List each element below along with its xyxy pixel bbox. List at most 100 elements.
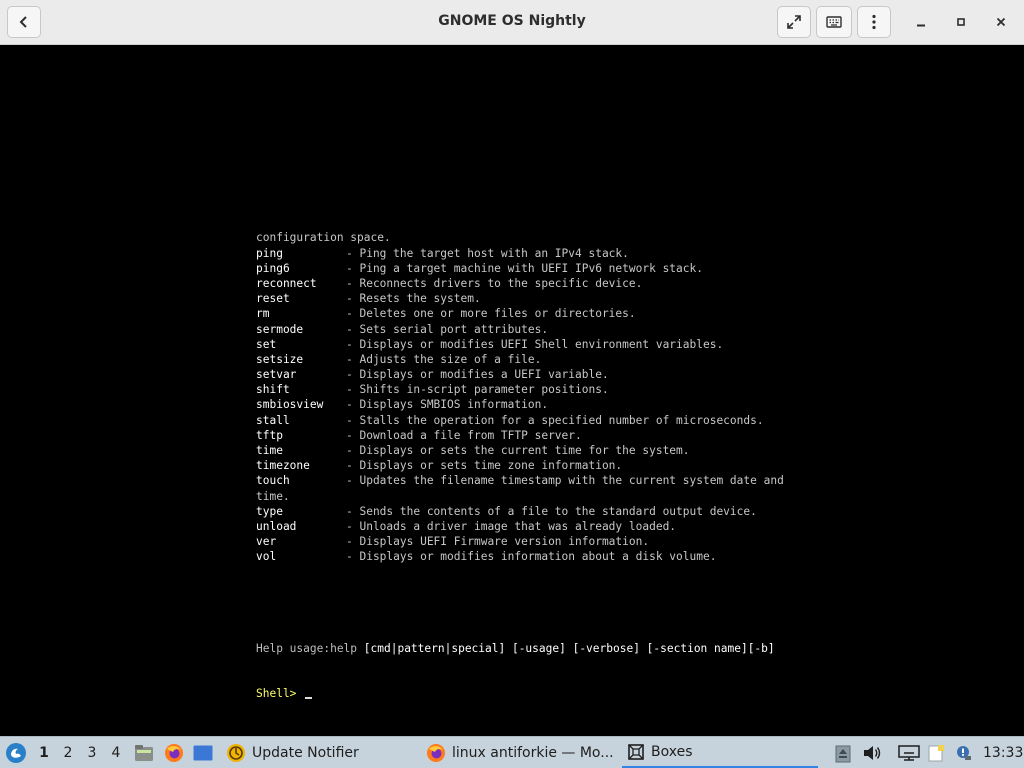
volume-tray[interactable] [862, 737, 882, 768]
help-usage-args: [cmd|pattern|special] [-usage] [-verbose… [363, 641, 775, 655]
close-button[interactable] [986, 6, 1016, 38]
console-line: ping6 - Ping a target machine with UEFI I… [256, 261, 784, 276]
command-description: - Download a file from TFTP server. [346, 428, 582, 442]
command-description: - Ping the target host with an IPv4 stac… [346, 246, 629, 260]
console-line: reconnect - Reconnects drivers to the spe… [256, 276, 784, 291]
shell-prompt-line[interactable]: Shell> [256, 686, 784, 701]
console-line: sermode - Sets serial port attributes. [256, 322, 784, 337]
workspace-2[interactable]: 2 [57, 737, 79, 768]
console-line: smbiosview - Displays SMBIOS information. [256, 397, 784, 412]
command-description: - Displays or sets time zone information… [346, 459, 623, 473]
firefox-icon [427, 743, 445, 762]
menu-button[interactable] [857, 6, 891, 38]
command-name: ping6 [256, 261, 290, 275]
keyboard-button[interactable] [816, 6, 852, 38]
command-name: smbiosview [256, 398, 324, 412]
file-manager-launcher[interactable] [134, 737, 154, 768]
console-line: setsize - Adjusts the size of a file. [256, 352, 784, 367]
command-name: unload [256, 519, 297, 533]
fullscreen-button[interactable] [777, 6, 811, 38]
command-description: - Sends the contents of a file to the st… [346, 504, 757, 518]
back-button[interactable] [7, 6, 41, 38]
workspace-1[interactable]: 1 [33, 737, 55, 768]
info-update-icon [957, 745, 971, 760]
fullscreen-icon [787, 15, 801, 29]
command-description: - Updates the filename timestamp with th… [346, 474, 784, 488]
clipboard-icon [835, 745, 851, 762]
console-line: stall - Stalls the operation for a specif… [256, 413, 784, 428]
command-name: setvar [256, 368, 297, 382]
console-line: time. [256, 489, 784, 504]
command-description: - Sets serial port attributes. [346, 322, 549, 336]
firefox-launcher[interactable] [164, 737, 184, 768]
boxes-icon [628, 743, 644, 760]
firefox-icon [165, 743, 183, 762]
clipboard-tray[interactable] [834, 737, 852, 768]
show-desktop-button[interactable] [193, 737, 213, 768]
shell-prompt: Shell> [256, 687, 304, 701]
notes-tray[interactable] [927, 737, 947, 768]
maximize-button[interactable] [946, 6, 976, 38]
keyboard-icon [826, 16, 842, 28]
window-headerbar: GNOME OS Nightly [0, 0, 1024, 45]
console-line: unload - Unloads a driver image that was … [256, 519, 784, 534]
close-icon [996, 17, 1006, 27]
task-firefox-window[interactable]: linux antiforkie — Mo... [426, 737, 614, 768]
console-line: rm - Deletes one or more files or directo… [256, 306, 784, 321]
workspace-3[interactable]: 3 [81, 737, 103, 768]
console-line: timezone - Displays or sets time zone inf… [256, 458, 784, 473]
command-name: shift [256, 383, 290, 397]
console-line: type - Sends the contents of a file to th… [256, 504, 784, 519]
command-description: - Displays or modifies UEFI Shell enviro… [346, 337, 724, 351]
uefi-shell-output: configuration space. ping - Ping the targe… [256, 200, 784, 732]
task-boxes[interactable]: Boxes [622, 737, 818, 768]
console-line: configuration space. [256, 230, 784, 245]
console-line: setvar - Displays or modifies a UEFI vari… [256, 367, 784, 382]
update-tray[interactable] [954, 737, 972, 768]
command-description: - Displays or modifies information about… [346, 550, 717, 564]
command-name: touch [256, 474, 290, 488]
command-description: - Unloads a driver image that was alread… [346, 519, 677, 533]
command-name: ver [256, 535, 277, 549]
start-menu-icon [6, 742, 26, 763]
task-update-notifier[interactable]: Update Notifier [226, 737, 359, 768]
task-label: Boxes [651, 743, 693, 760]
command-description: - Ping a target machine with UEFI IPv6 n… [346, 261, 703, 275]
command-name: type [256, 504, 283, 518]
console-line: set - Displays or modifies UEFI Shell env… [256, 337, 784, 352]
command-description: - Displays or sets the current time for … [346, 444, 690, 458]
console-line: ver - Displays UEFI Firmware version info… [256, 534, 784, 549]
console-line: reset - Resets the system. [256, 291, 784, 306]
workspace-4[interactable]: 4 [105, 737, 127, 768]
command-description: - Deletes one or more files or directori… [346, 307, 636, 321]
wrapped-text: time. [256, 489, 290, 503]
minimize-button[interactable] [906, 6, 936, 38]
clock[interactable]: 13:33 [983, 737, 1023, 768]
vm-console-display[interactable]: configuration space. ping - Ping the targe… [0, 46, 1024, 736]
command-name: vol [256, 550, 277, 564]
console-line: shift - Shifts in-script parameter positi… [256, 382, 784, 397]
volume-icon [864, 745, 881, 760]
command-description: - Displays SMBIOS information. [346, 398, 549, 412]
task-label: Update Notifier [252, 744, 359, 761]
command-name: timezone [256, 459, 310, 473]
command-description: - Resets the system. [346, 292, 481, 306]
start-menu-button[interactable] [5, 737, 27, 768]
network-tray[interactable] [898, 737, 920, 768]
desktop-icon [193, 745, 213, 760]
command-name: stall [256, 413, 290, 427]
text-cursor [305, 697, 313, 700]
console-line: ping - Ping the target host with an IPv4 … [256, 246, 784, 261]
help-usage-prefix: Help usage:help [256, 641, 364, 655]
command-description: - Displays or modifies a UEFI variable. [346, 368, 609, 382]
network-wired-icon [898, 744, 920, 761]
command-name: rm [256, 307, 270, 321]
command-name: tftp [256, 428, 283, 442]
command-name: reconnect [256, 276, 317, 290]
command-name: setsize [256, 352, 304, 366]
command-name: time [256, 444, 283, 458]
taskbar: 1 2 3 4 Update Notifier linux antiforkie… [0, 736, 1024, 768]
maximize-icon [957, 18, 965, 26]
command-name: set [256, 337, 277, 351]
